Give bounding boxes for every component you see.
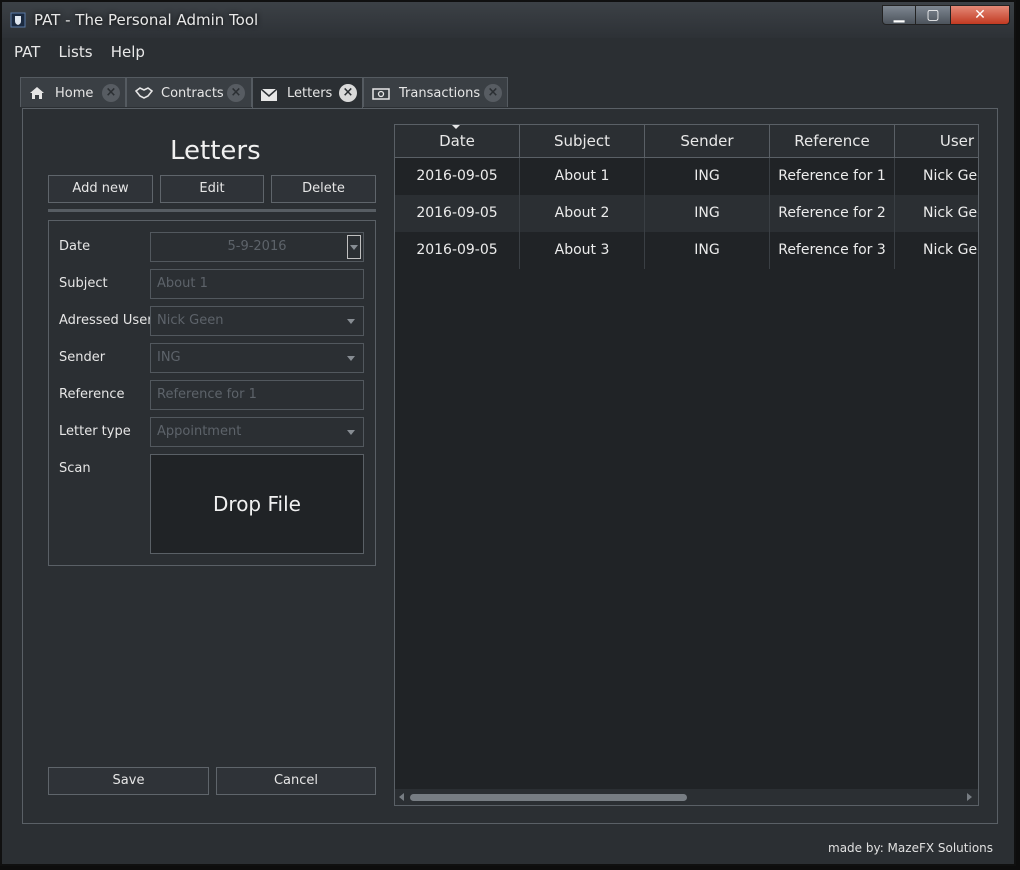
cell-reference: Reference for 3 xyxy=(770,232,895,269)
cell-user: Nick Geen xyxy=(895,158,978,195)
tab-transactions-close-icon[interactable]: × xyxy=(484,84,502,102)
cell-subject: About 3 xyxy=(520,232,645,269)
scan-label: Scan xyxy=(59,461,91,476)
adressed-user-label: Adressed User xyxy=(59,313,153,328)
sort-descending-icon xyxy=(452,125,460,129)
menu-bar: PAT Lists Help xyxy=(8,40,153,66)
reference-field[interactable]: Reference for 1 xyxy=(150,380,364,410)
cell-user: Nick Geen xyxy=(895,232,978,269)
menu-pat[interactable]: PAT xyxy=(8,40,46,64)
tab-transactions[interactable]: Transactions × xyxy=(363,77,508,107)
drop-file-zone[interactable]: Drop File xyxy=(150,454,364,554)
sender-label: Sender xyxy=(59,350,106,365)
footer-credit: made by: MazeFX Solutions xyxy=(828,841,994,855)
cell-sender: ING xyxy=(645,158,770,195)
table-row[interactable]: 2016-09-05 About 1 ING Reference for 1 N… xyxy=(395,158,978,195)
edit-button[interactable]: Edit xyxy=(160,175,264,203)
table-row[interactable]: 2016-09-05 About 2 ING Reference for 2 N… xyxy=(395,195,978,232)
add-new-button[interactable]: Add new xyxy=(48,175,153,203)
letter-type-select[interactable]: Appointment xyxy=(150,417,364,447)
app-logo-icon xyxy=(10,12,26,28)
cell-reference: Reference for 2 xyxy=(770,195,895,232)
cell-date: 2016-09-05 xyxy=(395,195,520,232)
cell-subject: About 2 xyxy=(520,195,645,232)
column-header-user[interactable]: User xyxy=(895,125,978,157)
window-title: PAT - The Personal Admin Tool xyxy=(34,11,259,29)
adressed-user-value: Nick Geen xyxy=(157,313,224,328)
maximize-button[interactable]: ▢ xyxy=(915,5,951,25)
delete-button[interactable]: Delete xyxy=(271,175,376,203)
minimize-icon: ▁ xyxy=(893,7,905,23)
tab-home-label: Home xyxy=(55,86,94,101)
column-header-subject[interactable]: Subject xyxy=(520,125,645,157)
minimize-button[interactable]: ▁ xyxy=(882,5,916,25)
letter-type-label: Letter type xyxy=(59,424,131,439)
date-label: Date xyxy=(59,239,91,254)
column-header-reference[interactable]: Reference xyxy=(770,125,895,157)
chevron-down-icon xyxy=(347,356,355,361)
cell-user: Nick Geen xyxy=(895,195,978,232)
title-bar[interactable]: PAT - The Personal Admin Tool xyxy=(2,2,1014,38)
page-title: Letters xyxy=(170,136,261,166)
scrollbar-thumb[interactable] xyxy=(410,794,687,801)
close-window-button[interactable]: ✕ xyxy=(950,5,1010,25)
reference-label: Reference xyxy=(59,387,125,402)
menu-lists[interactable]: Lists xyxy=(53,40,99,64)
subject-field[interactable]: About 1 xyxy=(150,269,364,299)
close-icon: ✕ xyxy=(974,7,986,23)
cancel-button[interactable]: Cancel xyxy=(216,767,376,795)
date-picker-button[interactable] xyxy=(347,235,361,259)
home-icon xyxy=(30,87,44,99)
chevron-down-icon xyxy=(347,319,355,324)
letters-table: Date Subject Sender Reference User 2016-… xyxy=(394,124,979,806)
chevron-down-icon xyxy=(347,430,355,435)
handshake-icon xyxy=(135,87,153,99)
subject-label: Subject xyxy=(59,276,108,291)
chevron-down-icon xyxy=(350,245,358,250)
cell-sender: ING xyxy=(645,232,770,269)
tab-transactions-label: Transactions xyxy=(399,86,481,101)
tab-letters-close-icon[interactable]: × xyxy=(339,84,357,102)
envelope-icon xyxy=(261,88,277,101)
date-field[interactable]: 5-9-2016 xyxy=(150,232,364,262)
scroll-right-icon[interactable] xyxy=(967,793,972,801)
date-value: 5-9-2016 xyxy=(227,239,287,254)
tab-contracts-close-icon[interactable]: × xyxy=(227,84,245,102)
divider xyxy=(48,209,376,212)
tab-home-close-icon[interactable]: × xyxy=(102,84,120,102)
cell-date: 2016-09-05 xyxy=(395,232,520,269)
tab-home[interactable]: Home × xyxy=(20,77,126,107)
column-header-date[interactable]: Date xyxy=(395,125,520,157)
adressed-user-select[interactable]: Nick Geen xyxy=(150,306,364,336)
tab-contracts-label: Contracts xyxy=(161,86,224,101)
scroll-left-icon[interactable] xyxy=(399,793,404,801)
maximize-icon: ▢ xyxy=(926,7,940,23)
column-header-sender[interactable]: Sender xyxy=(645,125,770,157)
table-row[interactable]: 2016-09-05 About 3 ING Reference for 3 N… xyxy=(395,232,978,269)
sender-select[interactable]: ING xyxy=(150,343,364,373)
money-icon xyxy=(372,88,390,100)
horizontal-scrollbar[interactable] xyxy=(395,789,978,805)
tab-contracts[interactable]: Contracts × xyxy=(126,77,252,107)
table-header: Date Subject Sender Reference User xyxy=(395,125,978,158)
tab-letters[interactable]: Letters × xyxy=(252,77,363,108)
cell-date: 2016-09-05 xyxy=(395,158,520,195)
save-button[interactable]: Save xyxy=(48,767,209,795)
menu-help[interactable]: Help xyxy=(105,40,151,64)
cell-sender: ING xyxy=(645,195,770,232)
letter-type-value: Appointment xyxy=(157,424,242,439)
cell-subject: About 1 xyxy=(520,158,645,195)
sender-value: ING xyxy=(157,350,181,365)
cell-reference: Reference for 1 xyxy=(770,158,895,195)
tab-letters-label: Letters xyxy=(287,86,333,101)
